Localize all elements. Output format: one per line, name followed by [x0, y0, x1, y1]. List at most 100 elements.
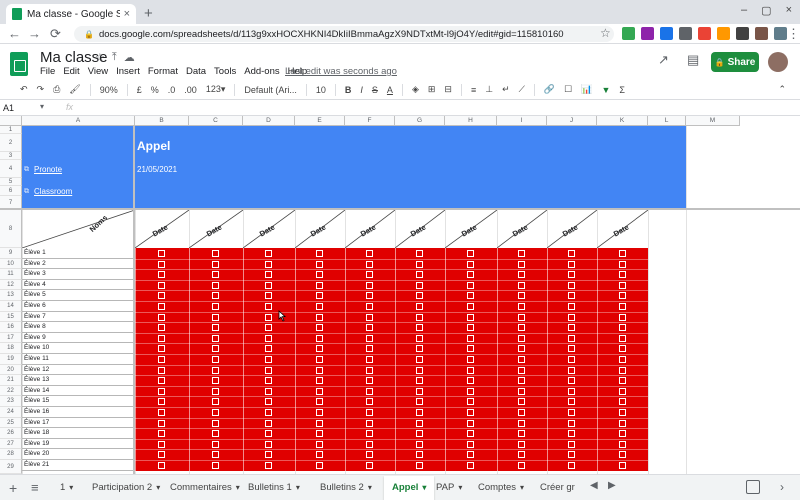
attendance-checkbox[interactable] — [416, 345, 423, 353]
attendance-checkbox[interactable] — [568, 440, 575, 448]
extension-icon[interactable] — [698, 27, 711, 40]
classroom-link[interactable]: Classroom — [34, 187, 72, 196]
row-header[interactable]: 22 — [0, 385, 22, 397]
attendance-checkbox[interactable] — [366, 250, 373, 257]
sheets-logo-icon[interactable] — [10, 52, 28, 76]
attendance-checkbox[interactable] — [568, 387, 575, 395]
row-header[interactable]: 11 — [0, 269, 22, 280]
attendance-checkbox[interactable] — [618, 398, 626, 406]
attendance-checkbox[interactable] — [316, 387, 323, 395]
reload-icon[interactable]: ⟳ — [50, 26, 61, 42]
collapse-menu-icon[interactable]: ⌃ — [778, 84, 786, 95]
attendance-checkbox[interactable] — [518, 366, 525, 374]
attendance-checkbox[interactable] — [212, 281, 219, 289]
name-box-dropdown-icon[interactable]: ▾ — [40, 102, 44, 111]
sheet-tab-participation-2[interactable]: Participation 2 ▾ — [92, 476, 160, 500]
avatar[interactable] — [768, 52, 788, 72]
attendance-checkbox[interactable] — [366, 409, 373, 416]
attendance-checkbox[interactable] — [568, 451, 575, 459]
extension-icon[interactable] — [641, 27, 654, 40]
new-tab-button[interactable]: + — [144, 5, 153, 22]
pronote-link[interactable]: Pronote — [34, 165, 62, 174]
attendance-checkbox[interactable] — [158, 409, 165, 416]
table-row[interactable]: Élève 7 — [22, 312, 133, 323]
row-header[interactable]: 9 — [0, 248, 22, 259]
attendance-checkbox[interactable] — [467, 440, 474, 448]
table-row[interactable]: Élève 12 — [22, 365, 133, 376]
table-row[interactable]: Élève 13 — [22, 375, 133, 386]
classroom-link-cell[interactable]: ⧉ Classroom — [24, 187, 72, 196]
table-row[interactable]: Élève 21 — [22, 460, 133, 471]
attendance-checkbox[interactable] — [212, 271, 219, 279]
attendance-checkbox[interactable] — [265, 292, 272, 300]
attendance-checkbox[interactable] — [618, 419, 626, 427]
attendance-checkbox[interactable] — [265, 377, 272, 385]
bold-button[interactable]: B — [345, 85, 352, 95]
attendance-checkbox[interactable] — [618, 303, 626, 310]
scroll-left-icon[interactable]: ◀ — [590, 480, 598, 491]
sheet-tab-pap[interactable]: PAP ▾ — [436, 476, 462, 500]
attendance-checkbox[interactable] — [366, 366, 373, 374]
attendance-checkbox[interactable] — [366, 303, 373, 310]
attendance-checkbox[interactable] — [265, 430, 272, 438]
currency-button[interactable]: £ — [137, 85, 142, 95]
attendance-checkbox[interactable] — [212, 356, 219, 363]
column-header[interactable]: B — [135, 116, 189, 126]
borders-icon[interactable]: ⊞ — [428, 84, 436, 95]
attendance-checkbox[interactable] — [416, 250, 423, 257]
attendance-checkbox[interactable] — [316, 250, 323, 257]
column-header[interactable]: M — [686, 116, 740, 126]
cloud-status-icon[interactable]: ☁ — [124, 51, 135, 64]
attendance-checkbox[interactable] — [366, 271, 373, 279]
date-header-cell[interactable]: Date — [243, 210, 295, 248]
redo-icon[interactable]: ↷ — [37, 84, 45, 95]
row-header[interactable]: 14 — [0, 301, 22, 312]
attendance-checkbox[interactable] — [467, 419, 474, 427]
attendance-checkbox[interactable] — [212, 462, 219, 469]
attendance-checkbox[interactable] — [265, 387, 272, 395]
attendance-checkbox[interactable] — [568, 419, 575, 427]
attendance-checkbox[interactable] — [158, 334, 165, 342]
attendance-checkbox[interactable] — [518, 260, 525, 268]
attendance-checkbox[interactable] — [316, 324, 323, 332]
table-row[interactable]: Élève 16 — [22, 407, 133, 418]
attendance-checkbox[interactable] — [518, 462, 525, 469]
row-header[interactable]: 2 — [0, 134, 22, 152]
table-row[interactable]: Élève 15 — [22, 396, 133, 407]
attendance-checkbox[interactable] — [618, 260, 626, 268]
menu-item-tools[interactable]: Tools — [214, 66, 236, 77]
attendance-checkbox[interactable] — [618, 292, 626, 300]
attendance-checkbox[interactable] — [518, 334, 525, 342]
date-header-cell[interactable]: Date — [497, 210, 547, 248]
trend-icon[interactable]: ↗ — [658, 52, 669, 68]
chevron-down-icon[interactable]: ▾ — [69, 483, 73, 492]
attendance-checkbox[interactable] — [212, 377, 219, 385]
attendance-checkbox[interactable] — [265, 462, 272, 469]
attendance-checkbox[interactable] — [158, 250, 165, 257]
attendance-checkbox[interactable] — [366, 398, 373, 406]
attendance-checkbox[interactable] — [568, 260, 575, 268]
row-header[interactable]: 1 — [0, 126, 22, 134]
extension-icon[interactable] — [755, 27, 768, 40]
attendance-checkbox[interactable] — [158, 419, 165, 427]
attendance-checkbox[interactable] — [366, 430, 373, 438]
attendance-checkbox[interactable] — [212, 398, 219, 406]
attendance-checkbox[interactable] — [416, 419, 423, 427]
table-row[interactable]: Élève 4 — [22, 280, 133, 291]
attendance-checkbox[interactable] — [265, 303, 272, 310]
sheet-tab-appel[interactable]: Appel ▾ — [384, 476, 435, 500]
select-all-corner[interactable] — [0, 116, 22, 126]
attendance-checkbox[interactable] — [316, 334, 323, 342]
chevron-down-icon[interactable]: ▾ — [156, 483, 160, 492]
attendance-checkbox[interactable] — [568, 271, 575, 279]
date-header-cell[interactable]: Date — [395, 210, 445, 248]
column-header[interactable]: A — [22, 116, 135, 126]
attendance-checkbox[interactable] — [158, 377, 165, 385]
attendance-checkbox[interactable] — [416, 334, 423, 342]
attendance-checkbox[interactable] — [158, 303, 165, 310]
menu-item-addons[interactable]: Add-ons — [244, 66, 279, 77]
row-header[interactable]: 21 — [0, 375, 22, 386]
attendance-checkbox[interactable] — [366, 356, 373, 363]
attendance-checkbox[interactable] — [416, 398, 423, 406]
chevron-down-icon[interactable]: ▾ — [422, 483, 426, 492]
